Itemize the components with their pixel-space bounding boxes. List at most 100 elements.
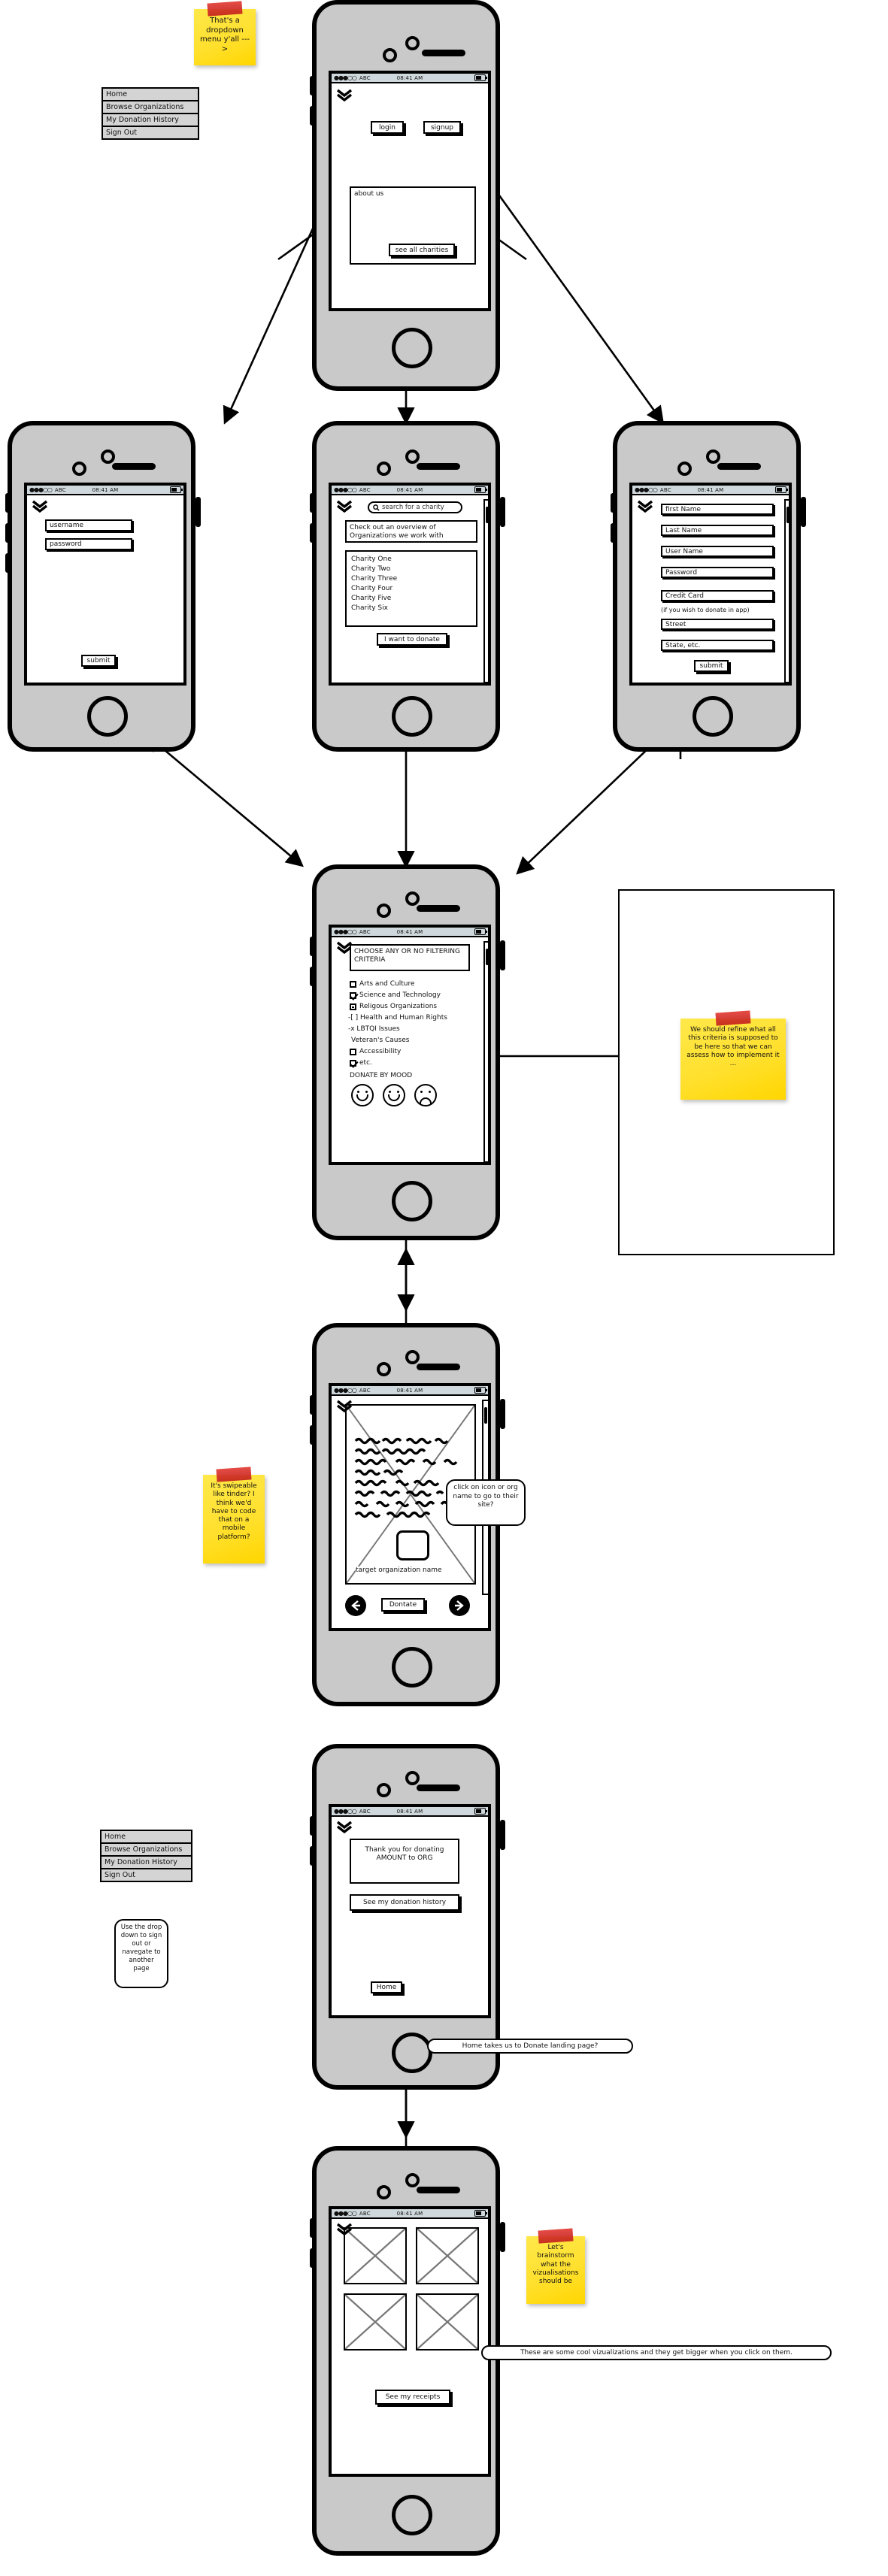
chevron-down-icon[interactable]	[336, 1821, 353, 1834]
list-item[interactable]: Charity Three	[351, 574, 471, 584]
criteria-lbtqi-issues[interactable]: -x LBTQI Issues	[348, 1025, 400, 1033]
see-donation-history-button[interactable]: See my donation history	[350, 1894, 459, 1911]
volume-button-2[interactable]	[310, 967, 315, 986]
criteria-accessibility[interactable]: Accessibility	[350, 1048, 401, 1055]
street-input[interactable]: Street	[661, 619, 774, 630]
home-button[interactable]	[392, 1647, 432, 1688]
chevron-down-icon[interactable]	[336, 2223, 353, 2236]
power-button[interactable]	[500, 1820, 505, 1850]
volume-button[interactable]	[310, 937, 315, 956]
organization-name-label[interactable]: target organization name	[356, 1566, 442, 1574]
list-item[interactable]: Charity Four	[351, 584, 471, 594]
i-want-to-donate-button[interactable]: I want to donate	[377, 633, 447, 646]
list-item[interactable]: Charity Two	[351, 565, 471, 574]
submit-button[interactable]: submit	[694, 660, 729, 672]
username-input[interactable]: username	[45, 519, 132, 531]
home-button[interactable]	[392, 2033, 432, 2073]
volume-button-2[interactable]	[310, 2248, 315, 2268]
organization-icon[interactable]	[396, 1530, 429, 1560]
password-input[interactable]: password	[45, 538, 132, 550]
volume-button[interactable]	[5, 493, 11, 513]
visualization-tile-2[interactable]	[416, 2227, 479, 2284]
home-button[interactable]	[392, 1181, 432, 1221]
volume-button-2[interactable]	[310, 1846, 315, 1866]
home-button[interactable]	[392, 328, 432, 368]
criteria-health-and-human-rights[interactable]: -[ ] Health and Human Rights	[348, 1014, 447, 1022]
chevron-down-icon[interactable]	[336, 1400, 353, 1413]
scroll-up-arrow[interactable]	[486, 501, 488, 505]
home-button[interactable]	[392, 696, 432, 737]
checkbox-icon[interactable]	[350, 980, 356, 988]
see-all-charities-button[interactable]: see all charities	[389, 244, 455, 256]
volume-button[interactable]	[310, 1395, 315, 1415]
mood-sad-icon[interactable]	[414, 1084, 437, 1106]
list-item[interactable]: Charity Five	[351, 594, 471, 604]
see-my-receipts-button[interactable]: See my receipts	[375, 2390, 450, 2405]
next-organization-button[interactable]	[449, 1595, 470, 1616]
power-button[interactable]	[801, 497, 806, 527]
volume-button-2[interactable]	[5, 523, 11, 543]
scrollbar-thumb[interactable]	[786, 507, 789, 523]
mood-happy-icon[interactable]	[351, 1084, 374, 1106]
home-button[interactable]	[693, 696, 733, 737]
power-button[interactable]	[500, 940, 505, 970]
user-name-input[interactable]: User Name	[661, 546, 774, 557]
first-name-input[interactable]: first Name	[661, 504, 774, 515]
menu-item-sign-out[interactable]: Sign Out	[100, 1868, 192, 1882]
scroll-up-arrow[interactable]	[786, 501, 789, 505]
login-button[interactable]: login	[371, 121, 404, 134]
volume-button[interactable]	[310, 493, 315, 513]
submit-button[interactable]: submit	[81, 655, 116, 667]
home-button[interactable]	[392, 2495, 432, 2535]
power-button[interactable]	[500, 1399, 505, 1429]
criteria-arts-and-culture[interactable]: Arts and Culture	[350, 980, 415, 988]
chevron-down-icon[interactable]	[637, 500, 653, 513]
dropdown-menu-top[interactable]: Home Browse Organizations My Donation Hi…	[102, 87, 199, 140]
scrollbar[interactable]	[483, 941, 488, 1162]
criteria-religous-organizations[interactable]: Religous Organizations	[350, 1003, 437, 1010]
state-input[interactable]: State, etc.	[661, 640, 774, 651]
volume-button[interactable]	[611, 493, 616, 513]
volume-button-2[interactable]	[310, 106, 315, 126]
donate-button[interactable]: Dontate	[381, 1598, 425, 1612]
dropdown-menu-bottom[interactable]: Home Browse Organizations My Donation Hi…	[100, 1830, 192, 1882]
volume-button[interactable]	[310, 76, 315, 95]
scrollbar[interactable]	[483, 499, 488, 683]
volume-button-2[interactable]	[310, 1425, 315, 1445]
criteria-veterans-causes[interactable]: Veteran's Causes	[351, 1037, 409, 1044]
power-button[interactable]	[500, 497, 505, 527]
checkbox-checked-icon[interactable]	[350, 991, 356, 999]
scrollbar-thumb[interactable]	[486, 949, 488, 965]
menu-item-sign-out[interactable]: Sign Out	[102, 126, 199, 140]
home-button[interactable]	[87, 696, 128, 737]
home-button-link[interactable]: Home	[371, 1981, 402, 1993]
volume-button[interactable]	[310, 1816, 315, 1836]
list-item[interactable]: Charity Six	[351, 604, 471, 613]
scroll-up-arrow[interactable]	[486, 943, 488, 947]
search-input[interactable]: search for a charity	[368, 501, 462, 513]
password-input[interactable]: Password	[661, 567, 774, 578]
chevron-down-icon[interactable]	[336, 89, 353, 102]
credit-card-input[interactable]: Credit Card	[661, 590, 774, 601]
last-name-input[interactable]: Last Name	[661, 525, 774, 536]
chevron-down-icon[interactable]	[32, 500, 48, 513]
checkbox-indeterminate-icon[interactable]	[350, 1003, 356, 1010]
visualization-tile-1[interactable]	[344, 2227, 407, 2284]
volume-button-3[interactable]	[5, 553, 11, 573]
chevron-down-icon[interactable]	[336, 500, 353, 513]
signup-button[interactable]: signup	[423, 121, 461, 134]
previous-organization-button[interactable]	[345, 1595, 366, 1616]
volume-button-2[interactable]	[310, 523, 315, 543]
visualization-tile-4[interactable]	[416, 2293, 479, 2350]
scrollbar-thumb[interactable]	[486, 507, 488, 523]
scrollbar-thumb[interactable]	[484, 1407, 487, 1424]
volume-button-2[interactable]	[611, 523, 616, 543]
checkbox-checked-icon[interactable]	[350, 1059, 356, 1067]
visualization-tile-3[interactable]	[344, 2293, 407, 2350]
power-button[interactable]	[500, 2222, 505, 2252]
list-item[interactable]: Charity One	[351, 555, 471, 565]
checkbox-icon[interactable]	[350, 1048, 356, 1055]
mood-happy-icon-2[interactable]	[383, 1084, 405, 1106]
criteria-science-and-technology[interactable]: Science and Technology	[350, 991, 441, 999]
volume-button[interactable]	[310, 2218, 315, 2238]
